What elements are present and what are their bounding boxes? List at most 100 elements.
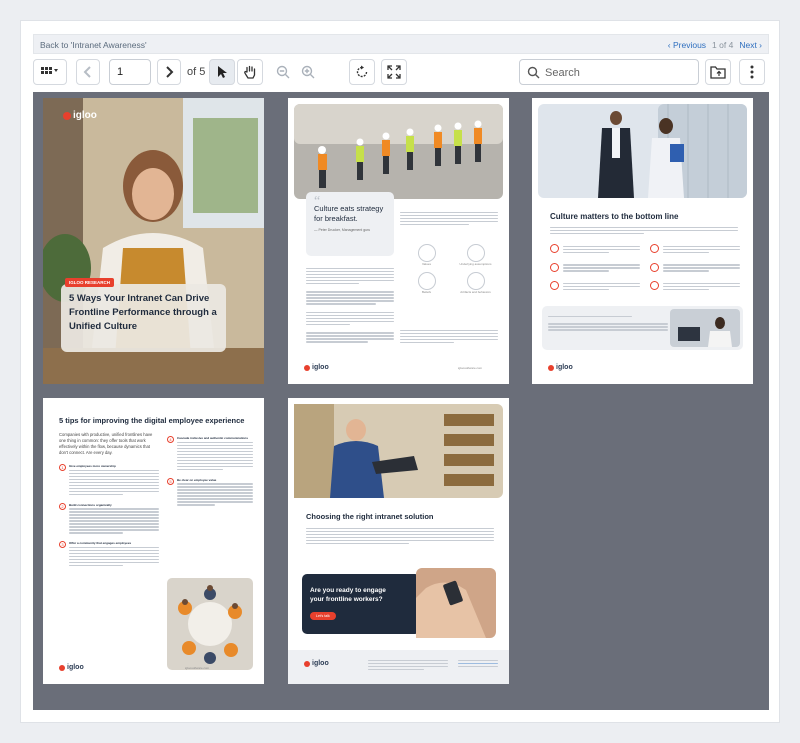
igloo-logo-icon bbox=[304, 364, 310, 371]
zoom-out-icon bbox=[276, 65, 290, 79]
stat-item bbox=[550, 281, 640, 292]
page-thumbnail-3[interactable]: Culture matters to the bottom line igloo bbox=[532, 98, 753, 384]
page3-footer-logo: igloo bbox=[548, 364, 573, 371]
tip-item: 1 Give employees more ownership bbox=[59, 464, 159, 497]
body-text-right bbox=[400, 328, 498, 345]
tip-item: 3 Offer a community that engages employee… bbox=[59, 541, 159, 568]
search-icon bbox=[527, 66, 540, 79]
document-count: 1 of 4 bbox=[712, 40, 734, 50]
igloo-logo-icon bbox=[63, 111, 71, 120]
culture-icon-label: Beliefs bbox=[421, 290, 431, 294]
fullscreen-button[interactable] bbox=[381, 59, 407, 85]
open-folder-button[interactable] bbox=[705, 59, 731, 85]
page4-intro: Companies with productive, unified front… bbox=[59, 432, 153, 455]
select-tool-button[interactable] bbox=[209, 59, 235, 85]
hand-icon bbox=[244, 65, 256, 79]
logo-text: igloo bbox=[67, 664, 84, 671]
tip-item: 4 Cascade inclusive and authentic communi… bbox=[167, 436, 253, 472]
stat-icon bbox=[550, 262, 559, 272]
page-thumbnail-4[interactable]: 5 tips for improving the digital employe… bbox=[43, 398, 264, 684]
viewer-toolbar: of 5 Search bbox=[33, 59, 769, 87]
zoom-in-icon bbox=[301, 65, 315, 79]
team-meeting-photo bbox=[167, 578, 253, 670]
stat-icon bbox=[650, 244, 659, 253]
benefits-panel bbox=[542, 306, 743, 350]
footer-contact bbox=[458, 658, 498, 669]
stat-icon bbox=[650, 281, 659, 290]
expand-icon bbox=[387, 65, 401, 79]
page-thumbnail-5[interactable]: Choosing the right intranet solution Are… bbox=[288, 398, 509, 684]
logo-text: igloo bbox=[556, 364, 573, 371]
culture-icons-grid: Values Underlying assumptions Beliefs Ar… bbox=[406, 244, 496, 294]
stat-item bbox=[550, 262, 640, 274]
back-link[interactable]: Back to 'Intranet Awareness' bbox=[40, 40, 147, 50]
quote-text: Culture eats strategy for breakfast. bbox=[314, 204, 384, 223]
previous-link[interactable]: ‹ Previous bbox=[668, 40, 706, 50]
viewer-header: Back to 'Intranet Awareness' ‹ Previous 1… bbox=[33, 34, 769, 54]
pan-tool-button[interactable] bbox=[237, 59, 263, 85]
page-thumbnail-2[interactable]: “ Culture eats strategy for breakfast. —… bbox=[288, 98, 509, 384]
cover-title: 5 Ways Your Intranet Can Drive Frontline… bbox=[69, 293, 217, 332]
logo-text: igloo bbox=[312, 364, 329, 371]
intro-text bbox=[400, 210, 498, 227]
rotate-button[interactable] bbox=[349, 59, 375, 85]
zoom-out-button[interactable] bbox=[271, 59, 295, 85]
thumbnails-menu-button[interactable] bbox=[33, 59, 67, 85]
page4-footer-url: igloosoftware.com bbox=[185, 666, 210, 670]
grid-icon bbox=[41, 67, 58, 74]
page5-heading: Choosing the right intranet solution bbox=[306, 512, 434, 521]
stat-item bbox=[650, 281, 740, 292]
stats-grid bbox=[550, 244, 740, 292]
culture-icon-label: Values bbox=[422, 262, 431, 266]
page-number-input[interactable] bbox=[109, 59, 151, 85]
workers-photo bbox=[294, 104, 503, 199]
tips-left-column: 1 Give employees more ownership 2 Build co… bbox=[59, 464, 159, 568]
logo-text: igloo bbox=[312, 660, 329, 667]
page5-footer-logo: igloo bbox=[304, 660, 329, 667]
more-options-button[interactable] bbox=[739, 59, 765, 85]
page2-footer-url: igloosoftware.com bbox=[458, 366, 483, 370]
page5-body bbox=[306, 526, 494, 546]
page-thumbnail-1[interactable]: igloo IGLOO RESEARCH 5 Ways Your Intrane… bbox=[43, 98, 264, 384]
cover-logo: igloo bbox=[63, 110, 97, 121]
culture-icon-beliefs: Beliefs bbox=[406, 272, 447, 294]
more-vertical-icon bbox=[750, 65, 754, 79]
igloo-logo-icon bbox=[304, 660, 310, 667]
zoom-in-button[interactable] bbox=[296, 59, 320, 85]
culture-icon-label: Artifacts and behaviors bbox=[460, 290, 491, 294]
page4-footer-logo: igloo bbox=[59, 664, 84, 671]
page3-heading: Culture matters to the bottom line bbox=[550, 212, 679, 221]
culture-icon-assumptions: Underlying assumptions bbox=[455, 244, 496, 266]
phone-photo bbox=[416, 568, 496, 638]
tip-item: 2 Build connections organically bbox=[59, 502, 159, 536]
page5-footer: igloo bbox=[288, 650, 509, 684]
stat-icon bbox=[650, 262, 659, 272]
previous-page-button[interactable] bbox=[76, 59, 100, 85]
quote-author: — Peter Drucker, Management guru bbox=[314, 228, 371, 232]
page-total: of 5 bbox=[187, 66, 206, 78]
page3-intro bbox=[550, 225, 738, 236]
document-canvas[interactable]: igloo IGLOO RESEARCH 5 Ways Your Intrane… bbox=[33, 92, 769, 710]
tip-title: Build connections organically bbox=[69, 502, 112, 507]
document-viewer: Back to 'Intranet Awareness' ‹ Previous 1… bbox=[20, 20, 780, 723]
search-field[interactable]: Search bbox=[519, 59, 699, 85]
page4-heading: 5 tips for improving the digital employe… bbox=[59, 416, 245, 425]
stat-item bbox=[650, 244, 740, 255]
quote-card: “ Culture eats strategy for breakfast. —… bbox=[306, 192, 394, 256]
search-placeholder: Search bbox=[545, 67, 580, 79]
meeting-photo bbox=[670, 309, 740, 347]
tip-title: Cascade inclusive and authentic communic… bbox=[177, 436, 249, 440]
next-page-button[interactable] bbox=[157, 59, 181, 85]
igloo-logo-icon bbox=[59, 664, 65, 671]
rotate-icon bbox=[356, 65, 368, 78]
tips-right-column: 4 Cascade inclusive and authentic communi… bbox=[167, 436, 253, 507]
cta-text: Are you ready to engage your frontline w… bbox=[310, 587, 386, 603]
cursor-icon bbox=[218, 66, 227, 78]
cover-title-card: IGLOO RESEARCH 5 Ways Your Intranet Can … bbox=[61, 278, 226, 352]
cta-button[interactable]: Let's talk bbox=[310, 612, 336, 620]
next-link[interactable]: Next › bbox=[739, 40, 762, 50]
culture-icon-values: Values bbox=[406, 244, 447, 266]
logo-text: igloo bbox=[73, 110, 97, 121]
body-text-left bbox=[306, 266, 394, 344]
folder-icon bbox=[710, 66, 726, 79]
